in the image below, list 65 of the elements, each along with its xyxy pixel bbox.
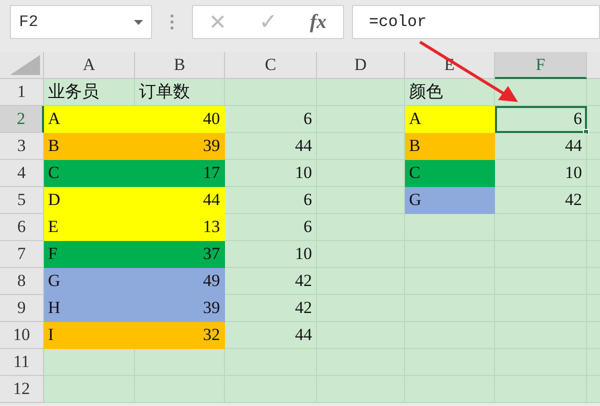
row-header[interactable]: 7 [0,241,44,268]
table-cell: A [405,106,495,133]
column-header[interactable]: A [44,52,135,79]
table-cell: 37 [135,241,225,268]
table-cell: 颜色 [405,79,495,106]
name-box[interactable]: F2 [10,5,152,39]
column-header[interactable]: C [225,52,317,79]
table-cell [587,106,600,133]
table-cell: 6 [225,214,317,241]
table-cell: D [44,187,135,214]
insert-function-button[interactable]: fx [310,7,326,37]
table-cell [587,133,600,160]
formula-field[interactable]: =color [352,5,600,39]
table-cell: B [405,133,495,160]
table-cell: 42 [225,295,317,322]
row-header[interactable]: 6 [0,214,44,241]
table-cell: 订单数 [135,79,225,106]
table-cell: C [405,160,495,187]
table-cell: B [44,133,135,160]
table-cell: 42 [495,187,587,214]
row-header[interactable]: 9 [0,295,44,322]
table-cell [587,79,600,106]
table-cell: E [44,214,135,241]
table-cell: C [44,160,135,187]
table-cell: G [44,268,135,295]
table-cell: A [44,106,135,133]
table-cell: 49 [135,268,225,295]
table-cell: 6 [495,106,587,133]
table-cell: 业务员 [44,79,135,106]
table-cell: 39 [135,133,225,160]
table-cell: 6 [225,187,317,214]
row-header[interactable]: 4 [0,160,44,187]
table-cell: 10 [495,160,587,187]
row-header[interactable]: 11 [0,349,44,376]
table-cell: 44 [135,187,225,214]
table-cell: 17 [135,160,225,187]
table-cell: 42 [225,268,317,295]
drag-handle-icon[interactable] [170,14,174,30]
table-cell: 10 [225,160,317,187]
row-header[interactable]: 3 [0,133,44,160]
column-header[interactable]: D [317,52,405,79]
table-cell: 40 [135,106,225,133]
select-all-icon[interactable] [10,55,40,75]
table-cell: I [44,322,135,349]
table-cell: 13 [135,214,225,241]
column-header[interactable]: F [495,52,587,79]
table-cell: 44 [225,133,317,160]
table-cell: 32 [135,322,225,349]
table-cell: F [44,241,135,268]
table-cell: G [405,187,495,214]
table-cell [587,376,600,403]
dropdown-caret-icon [134,20,143,24]
row-header[interactable]: 2 [0,106,44,133]
table-cell: 44 [495,133,587,160]
row-header[interactable]: 1 [0,79,44,106]
table-cell: 10 [225,241,317,268]
column-header[interactable]: B [135,52,225,79]
table-cell: H [44,295,135,322]
row-header[interactable]: 10 [0,322,44,349]
row-header[interactable]: 5 [0,187,44,214]
table-cell: 39 [135,295,225,322]
row-header[interactable]: 12 [0,376,44,403]
row-header[interactable]: 8 [0,268,44,295]
table-cell: 6 [225,106,317,133]
table-cell: 44 [225,322,317,349]
